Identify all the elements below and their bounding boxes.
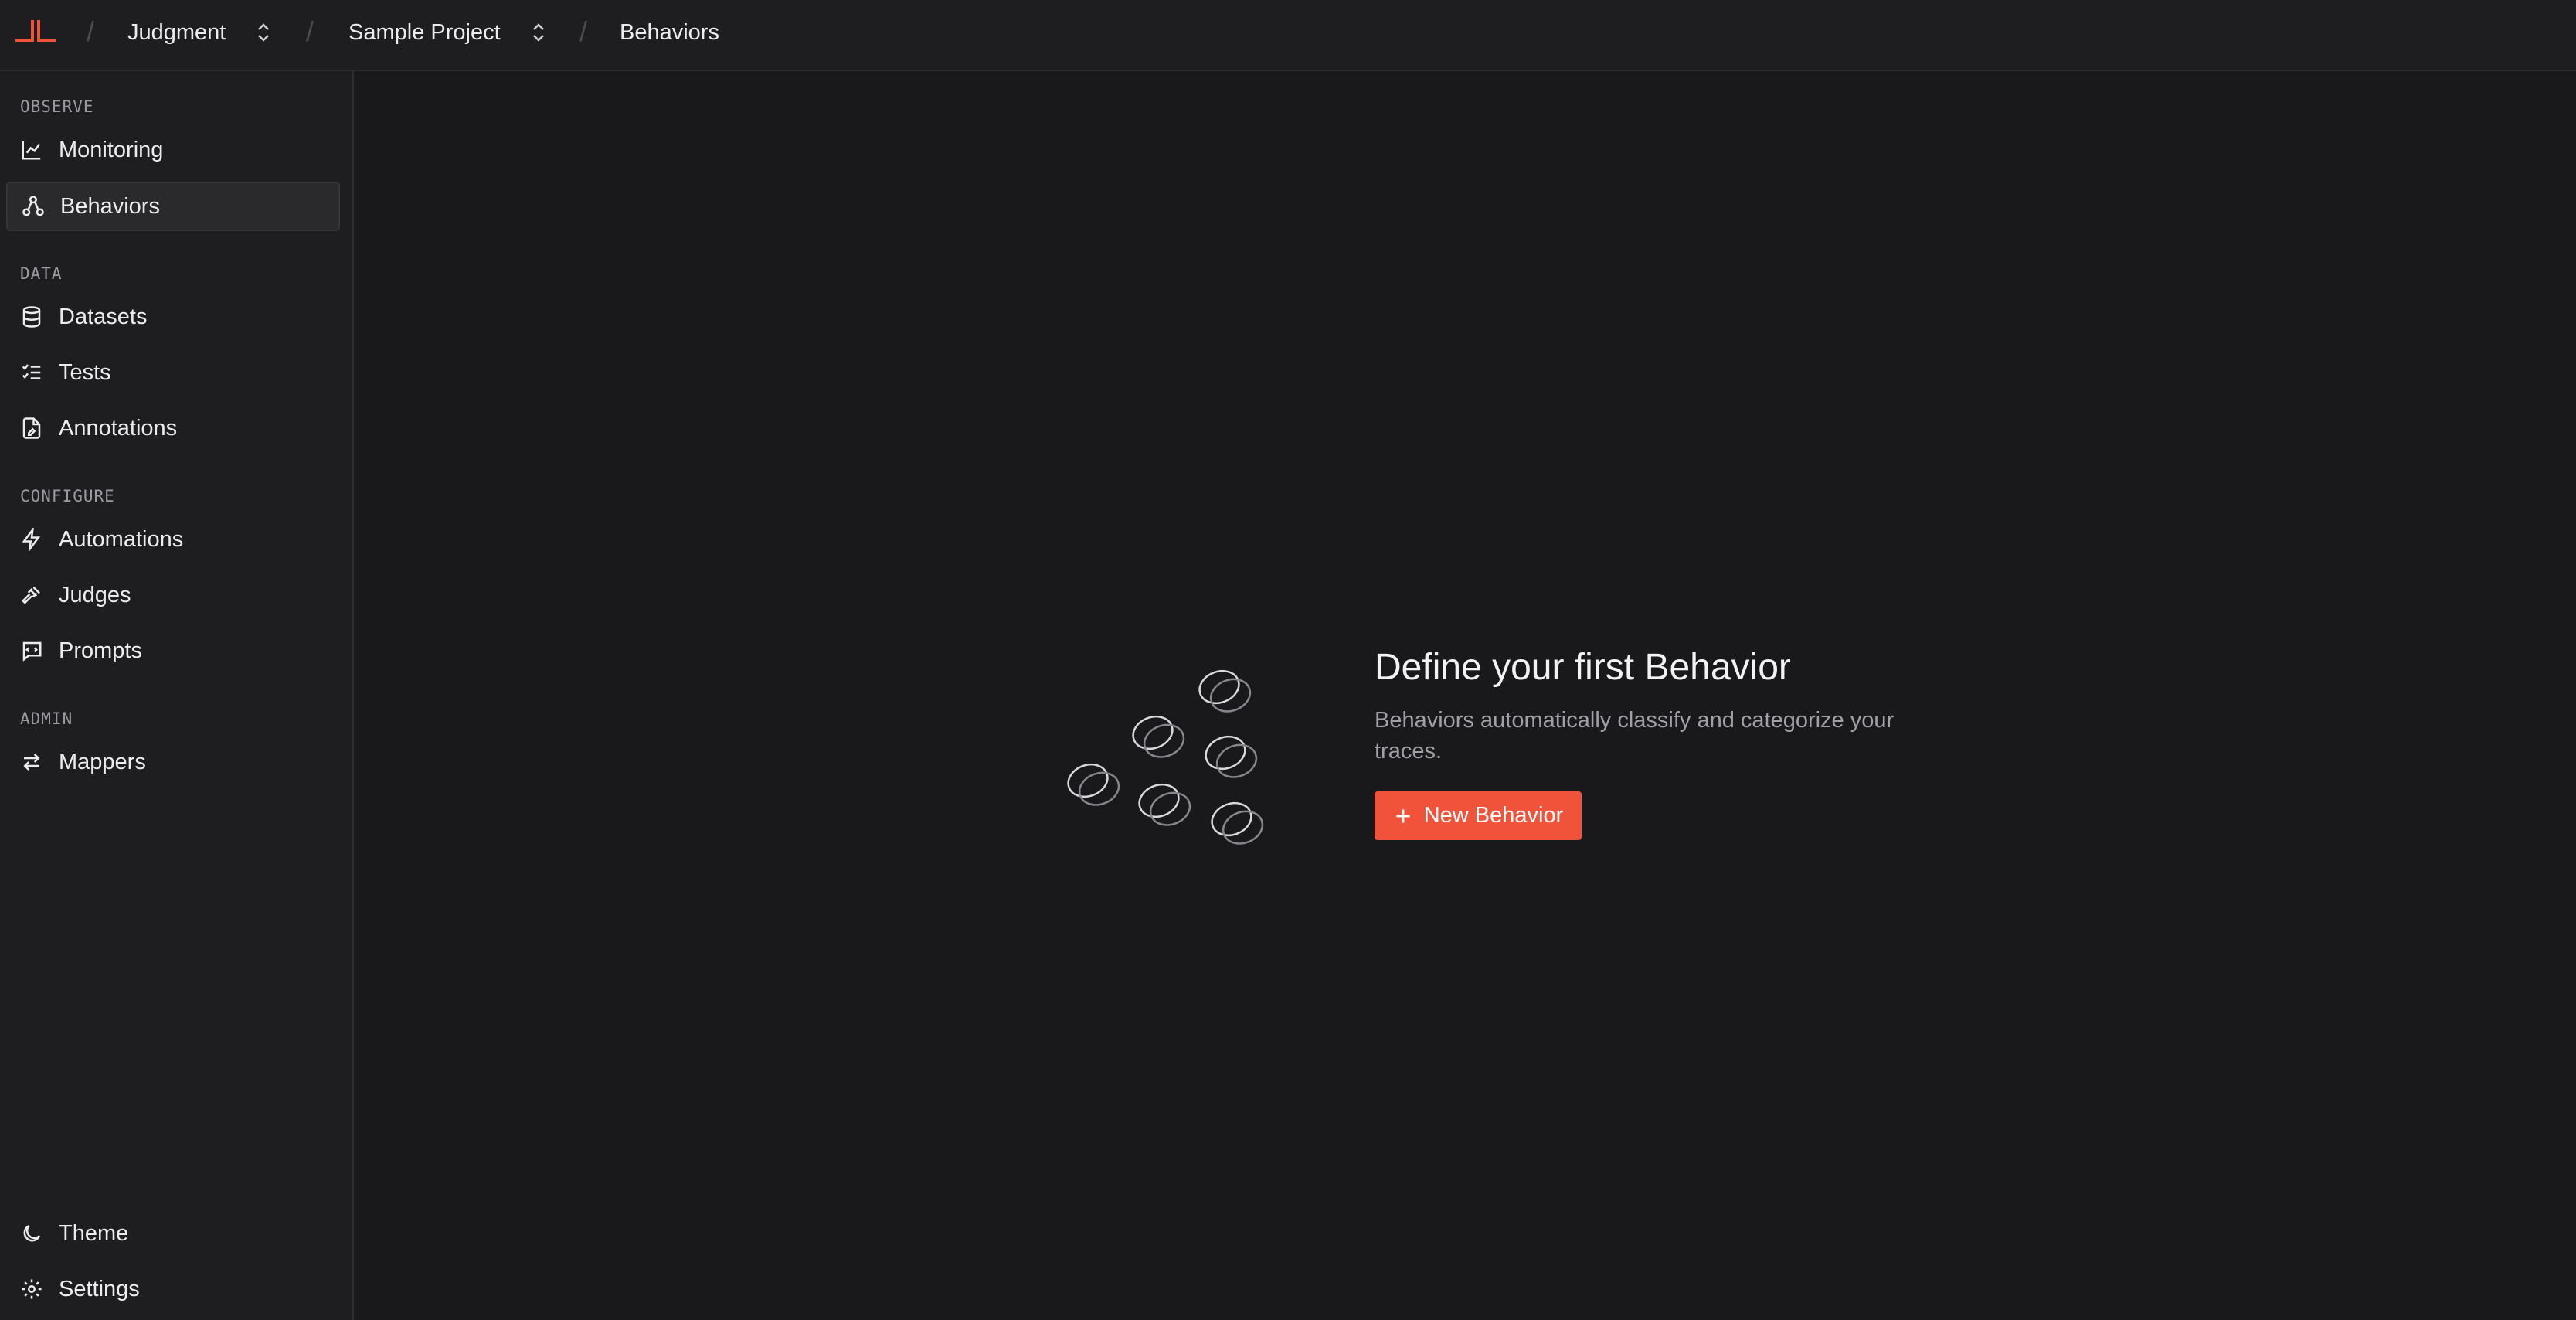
- new-behavior-button-label: New Behavior: [1423, 803, 1564, 828]
- sidebar-item-label: Prompts: [59, 638, 142, 663]
- sidebar-item-label: Tests: [59, 359, 111, 385]
- section-label-admin: ADMIN: [20, 709, 73, 728]
- new-behavior-button[interactable]: New Behavior: [1375, 791, 1582, 840]
- moon-icon: [23, 1224, 41, 1242]
- org-switcher[interactable]: Judgment: [127, 19, 272, 46]
- top-bar: / Judgment / Sample Project / Behaviors: [0, 0, 2576, 71]
- sidebar-item-theme[interactable]: Theme: [6, 1209, 340, 1258]
- breadcrumb-current-page: Behaviors: [620, 19, 719, 46]
- breadcrumb-separator: /: [87, 15, 95, 47]
- org-name: Judgment: [127, 19, 226, 45]
- sidebar-item-label: Annotations: [59, 415, 178, 441]
- chart-line-icon: [22, 141, 41, 160]
- section-label-configure: CONFIGURE: [20, 487, 115, 505]
- prompt-icon: [22, 641, 42, 662]
- sidebar: OBSERVE Monitoring Behaviors DATA Datase…: [0, 71, 354, 1320]
- sidebar-item-label: Judges: [59, 582, 131, 607]
- sidebar-item-label: Settings: [59, 1276, 140, 1301]
- nodes-icon: [22, 196, 44, 216]
- sidebar-item-label: Datasets: [59, 304, 148, 329]
- project-switcher[interactable]: Sample Project: [348, 19, 547, 46]
- empty-state-description: Behaviors automatically classify and cat…: [1375, 708, 1895, 764]
- sidebar-item-label: Behaviors: [60, 193, 160, 219]
- sidebar-item-annotations[interactable]: Annotations: [6, 403, 340, 453]
- sidebar-item-tests[interactable]: Tests: [6, 348, 340, 397]
- sidebar-item-behaviors[interactable]: Behaviors: [6, 182, 340, 231]
- breadcrumb-separator: /: [306, 15, 314, 47]
- section-label-observe: OBSERVE: [20, 97, 94, 116]
- gear-icon: [22, 1279, 42, 1299]
- annotation-file-icon: [22, 417, 41, 439]
- sidebar-item-label: Automations: [59, 526, 184, 552]
- section-label-data: DATA: [20, 264, 63, 283]
- sidebar-item-datasets[interactable]: Datasets: [6, 292, 340, 342]
- project-name: Sample Project: [348, 19, 501, 45]
- lightning-icon: [22, 528, 41, 551]
- behaviors-empty-illustration: [1067, 669, 1264, 845]
- chevron-up-down-icon: [532, 23, 544, 42]
- sidebar-item-settings[interactable]: Settings: [6, 1264, 340, 1314]
- chevron-up-down-icon: [258, 23, 270, 42]
- page-title: Behaviors: [620, 19, 719, 45]
- sidebar-item-automations[interactable]: Automations: [6, 515, 340, 564]
- database-icon: [22, 306, 41, 328]
- sidebar-item-monitoring[interactable]: Monitoring: [6, 125, 340, 175]
- checklist-icon: [22, 364, 41, 379]
- sidebar-item-mappers[interactable]: Mappers: [6, 737, 340, 787]
- breadcrumb-separator: /: [579, 15, 588, 47]
- sidebar-item-judges[interactable]: Judges: [6, 570, 340, 620]
- judgment-logo-icon[interactable]: [12, 17, 59, 48]
- gavel-icon: [21, 587, 40, 604]
- arrows-swap-icon: [23, 754, 40, 771]
- sidebar-item-label: Mappers: [59, 749, 146, 774]
- empty-state-title: Define your first Behavior: [1375, 647, 1791, 688]
- plus-icon: [1396, 808, 1410, 823]
- sidebar-item-label: Monitoring: [59, 137, 164, 162]
- sidebar-item-prompts[interactable]: Prompts: [6, 626, 340, 675]
- sidebar-item-label: Theme: [59, 1220, 129, 1246]
